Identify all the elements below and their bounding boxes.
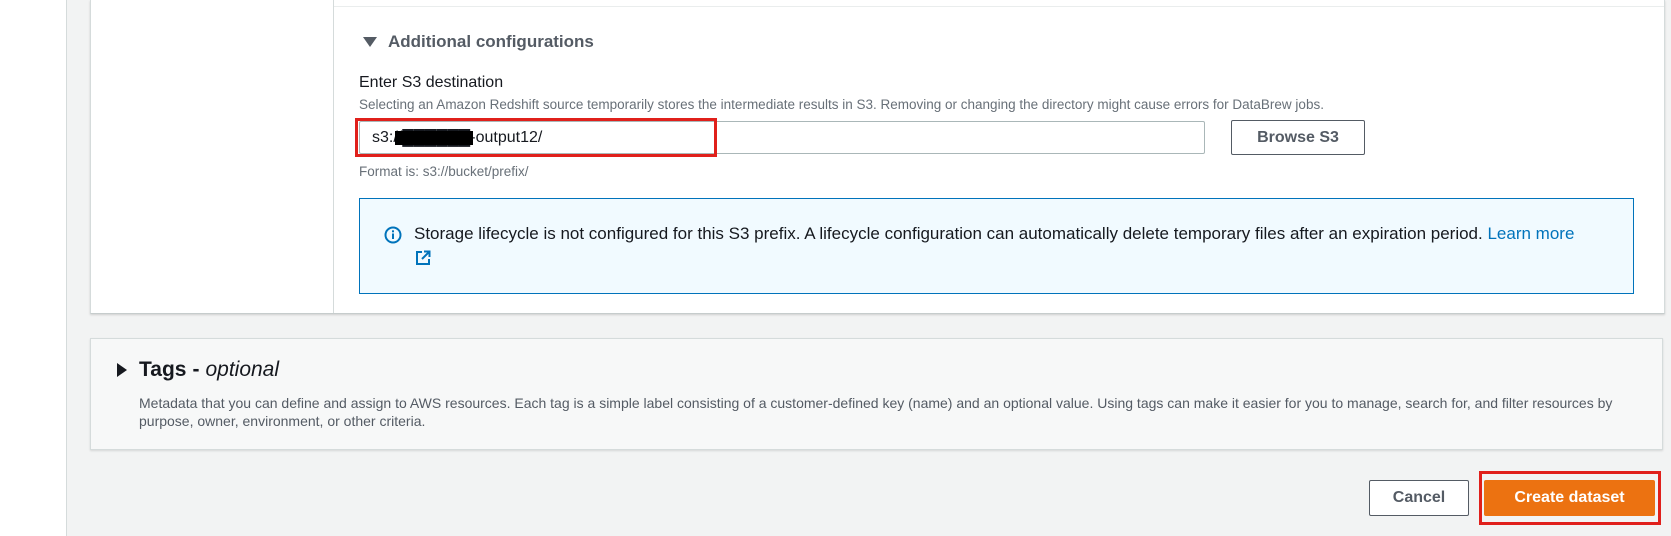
additional-configurations-toggle[interactable]: Additional configurations xyxy=(363,32,594,52)
caret-down-icon xyxy=(363,37,377,47)
s3-destination-input[interactable] xyxy=(359,121,1205,154)
s3-destination-description: Selecting an Amazon Redshift source temp… xyxy=(359,97,1324,112)
create-dataset-button[interactable]: Create dataset xyxy=(1484,480,1655,516)
info-icon xyxy=(384,226,402,249)
storage-lifecycle-alert: Storage lifecycle is not configured for … xyxy=(359,198,1634,294)
page: Additional configurations Enter S3 desti… xyxy=(0,0,1671,536)
additional-configurations-label: Additional configurations xyxy=(388,32,594,51)
panel-divider xyxy=(333,0,334,313)
learn-more-link[interactable]: Learn more xyxy=(1487,224,1574,243)
tags-optional-label: optional xyxy=(205,358,280,381)
s3-destination-label: Enter S3 destination xyxy=(359,74,504,91)
redaction-bar xyxy=(395,131,473,145)
browse-s3-button[interactable]: Browse S3 xyxy=(1231,120,1365,155)
left-navigation-gutter xyxy=(0,0,67,536)
external-link-icon[interactable] xyxy=(415,250,431,271)
tags-title: Tags xyxy=(139,358,187,381)
alert-text: Storage lifecycle is not configured for … xyxy=(414,224,1483,243)
tags-panel: Tags - optional Metadata that you can de… xyxy=(90,338,1663,450)
cancel-button[interactable]: Cancel xyxy=(1369,480,1469,516)
tags-separator: - xyxy=(192,358,200,381)
tags-toggle[interactable]: Tags - optional xyxy=(117,358,279,382)
alert-message: Storage lifecycle is not configured for … xyxy=(414,222,1613,246)
tags-description: Metadata that you can define and assign … xyxy=(139,395,1613,429)
additional-configurations-content: Additional configurations Enter S3 desti… xyxy=(355,0,1648,313)
s3-format-hint: Format is: s3://bucket/prefix/ xyxy=(359,164,529,179)
caret-right-icon xyxy=(117,363,127,377)
additional-configurations-panel: Additional configurations Enter S3 desti… xyxy=(90,0,1665,314)
